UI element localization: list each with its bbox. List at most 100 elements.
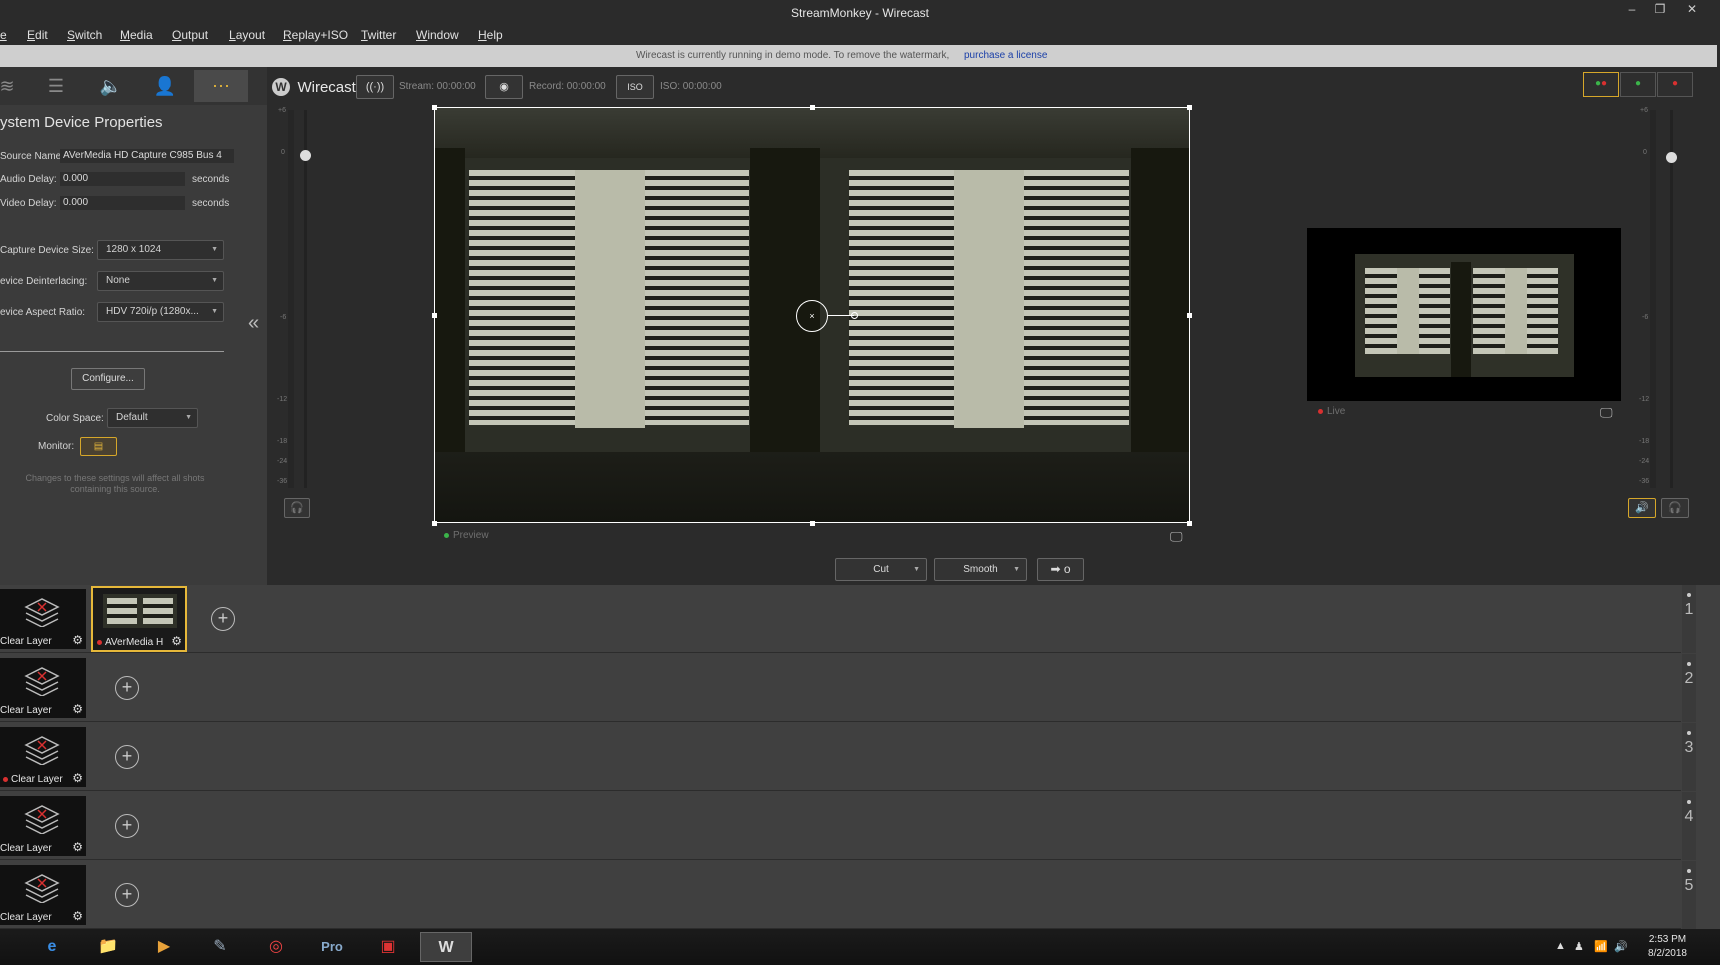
internet-explorer-icon[interactable]: e — [26, 932, 78, 962]
menu-media[interactable]: Media — [120, 28, 153, 42]
adjustments-tab-icon[interactable]: ☰ — [31, 70, 81, 102]
menu-edit[interactable]: Edit — [27, 28, 48, 42]
layer-row-1: Clear Layer ⚙ AVerMedia H ⚙ + — [0, 585, 1681, 653]
preview-monitor-icon[interactable]: 🖵 — [1170, 529, 1183, 545]
gear-icon[interactable]: ⚙ — [72, 771, 83, 785]
audio-tab-icon[interactable]: 🔈 — [86, 70, 136, 102]
close-button[interactable]: ✕ — [1678, 0, 1706, 20]
iso-button[interactable]: ISO — [616, 75, 654, 99]
preview-headphones-button[interactable]: 🎧 — [284, 498, 310, 518]
deinterlacing-dropdown[interactable]: None ▼ — [97, 271, 224, 291]
add-shot-button[interactable]: + — [211, 607, 235, 631]
meter-tick: +6 — [1640, 107, 1648, 114]
minimize-button[interactable]: – — [1618, 0, 1646, 20]
live-monitor-icon[interactable]: 🖵 — [1600, 405, 1613, 421]
taskbar-clock[interactable]: 2:53 PM 8/2/2018 — [1630, 933, 1705, 961]
user-tab-icon[interactable]: 👤 — [140, 70, 190, 102]
live-only-button[interactable]: ● — [1657, 72, 1693, 97]
source-name-field[interactable] — [60, 149, 234, 163]
file-explorer-icon[interactable]: 📁 — [82, 932, 134, 962]
layer-number-3[interactable]: 3 — [1682, 723, 1696, 791]
dual-view-button[interactable]: ●● — [1583, 72, 1619, 97]
rotation-handle[interactable] — [851, 312, 858, 319]
add-shot-button[interactable]: + — [115, 745, 139, 769]
layer-number-1[interactable]: 1 — [1682, 585, 1696, 653]
resize-handle[interactable] — [1187, 313, 1192, 318]
preview-only-button[interactable]: ● — [1620, 72, 1656, 97]
network-icon[interactable]: 📶 — [1594, 940, 1608, 953]
live-speaker-button[interactable]: 🔊 — [1628, 498, 1656, 518]
resize-handle[interactable] — [810, 105, 815, 110]
add-shot-button[interactable]: + — [115, 814, 139, 838]
tray-chevron-icon[interactable]: ▲ — [1555, 940, 1566, 952]
menu-layout[interactable]: Layout — [229, 28, 265, 42]
shot-avermedia[interactable]: AVerMedia H ⚙ — [91, 586, 187, 652]
add-shot-button[interactable]: + — [115, 676, 139, 700]
shot-clear-layer[interactable]: Clear Layer ⚙ — [0, 727, 86, 787]
gear-icon[interactable]: ⚙ — [72, 633, 83, 647]
start-button-icon[interactable]: ◐ — [0, 932, 10, 962]
menu-twitter[interactable]: Twitter — [361, 28, 396, 42]
stream-button[interactable]: ((·)) — [356, 75, 394, 99]
restore-button[interactable]: ❐ — [1646, 0, 1674, 20]
aspect-ratio-dropdown[interactable]: HDV 720i/p (1280x... ▼ — [97, 302, 224, 322]
record-button[interactable]: ◉ — [485, 75, 523, 99]
right-volume-slider[interactable] — [1670, 110, 1673, 488]
live-canvas[interactable] — [1307, 228, 1621, 401]
go-button[interactable]: ➡ o — [1037, 558, 1084, 581]
layers-tab-icon[interactable]: ≋ — [0, 70, 32, 102]
gear-icon[interactable]: ⚙ — [72, 840, 83, 854]
layer-number-5[interactable]: 5 — [1682, 861, 1696, 929]
demo-banner-text: Wirecast is currently running in demo mo… — [636, 50, 950, 61]
document-app-icon[interactable]: ▣ — [362, 932, 414, 962]
monitor-toggle-button[interactable]: ▤ — [80, 437, 117, 456]
capture-size-dropdown[interactable]: 1280 x 1024 ▼ — [97, 240, 224, 260]
layer-number-4[interactable]: 4 — [1682, 792, 1696, 860]
menu-help[interactable]: Help — [478, 28, 503, 42]
shot-clear-layer[interactable]: Clear Layer ⚙ — [0, 658, 86, 718]
menu-replay-iso[interactable]: Replay+ISO — [283, 28, 348, 42]
add-shot-button[interactable]: + — [115, 883, 139, 907]
resize-handle[interactable] — [1187, 521, 1192, 526]
resize-handle[interactable] — [810, 521, 815, 526]
menu-file[interactable]: e — [0, 28, 7, 42]
resize-handle[interactable] — [1187, 105, 1192, 110]
transform-center-icon[interactable]: × — [796, 300, 828, 332]
gear-icon[interactable]: ⚙ — [171, 634, 182, 648]
propresenter-icon[interactable]: Pro — [306, 932, 358, 962]
tray-app-icon[interactable]: ♟ — [1574, 940, 1584, 953]
paint-icon[interactable]: ✎ — [194, 932, 246, 962]
menu-output[interactable]: Output — [172, 28, 208, 42]
gear-icon[interactable]: ⚙ — [72, 909, 83, 923]
layer-number: 4 — [1684, 808, 1694, 825]
purchase-license-link[interactable]: purchase a license — [964, 50, 1047, 61]
menu-window[interactable]: Window — [416, 28, 459, 42]
shot-clear-layer[interactable]: Clear Layer ⚙ — [0, 865, 86, 925]
left-volume-knob[interactable] — [300, 150, 311, 161]
video-delay-field[interactable] — [60, 196, 185, 210]
right-volume-knob[interactable] — [1666, 152, 1677, 163]
left-volume-slider[interactable] — [304, 110, 307, 488]
configure-button[interactable]: Configure... — [71, 368, 145, 390]
gear-icon[interactable]: ⚙ — [72, 702, 83, 716]
resize-handle[interactable] — [432, 521, 437, 526]
live-headphones-button[interactable]: 🎧 — [1661, 498, 1689, 518]
cut-transition-dropdown[interactable]: Cut ▼ — [835, 558, 927, 581]
clear-layer-icon — [24, 805, 60, 834]
smooth-transition-dropdown[interactable]: Smooth ▼ — [934, 558, 1027, 581]
menu-switch[interactable]: Switch — [67, 28, 102, 42]
media-player-icon[interactable]: ▶ — [138, 932, 190, 962]
more-tab-icon[interactable]: ⋯ — [194, 70, 248, 102]
resize-handle[interactable] — [432, 313, 437, 318]
color-space-dropdown[interactable]: Default ▼ — [107, 408, 198, 428]
collapse-panel-icon[interactable]: « — [248, 312, 259, 335]
preview-image — [575, 170, 645, 428]
shot-clear-layer[interactable]: Clear Layer ⚙ — [0, 589, 86, 649]
volume-icon[interactable]: 🔊 — [1614, 940, 1628, 953]
shot-clear-layer[interactable]: Clear Layer ⚙ — [0, 796, 86, 856]
chrome-icon[interactable]: ◎ — [250, 932, 302, 962]
layer-number-2[interactable]: 2 — [1682, 654, 1696, 722]
wirecast-taskbar-icon[interactable]: W — [420, 932, 472, 962]
audio-delay-field[interactable] — [60, 172, 185, 186]
resize-handle[interactable] — [432, 105, 437, 110]
